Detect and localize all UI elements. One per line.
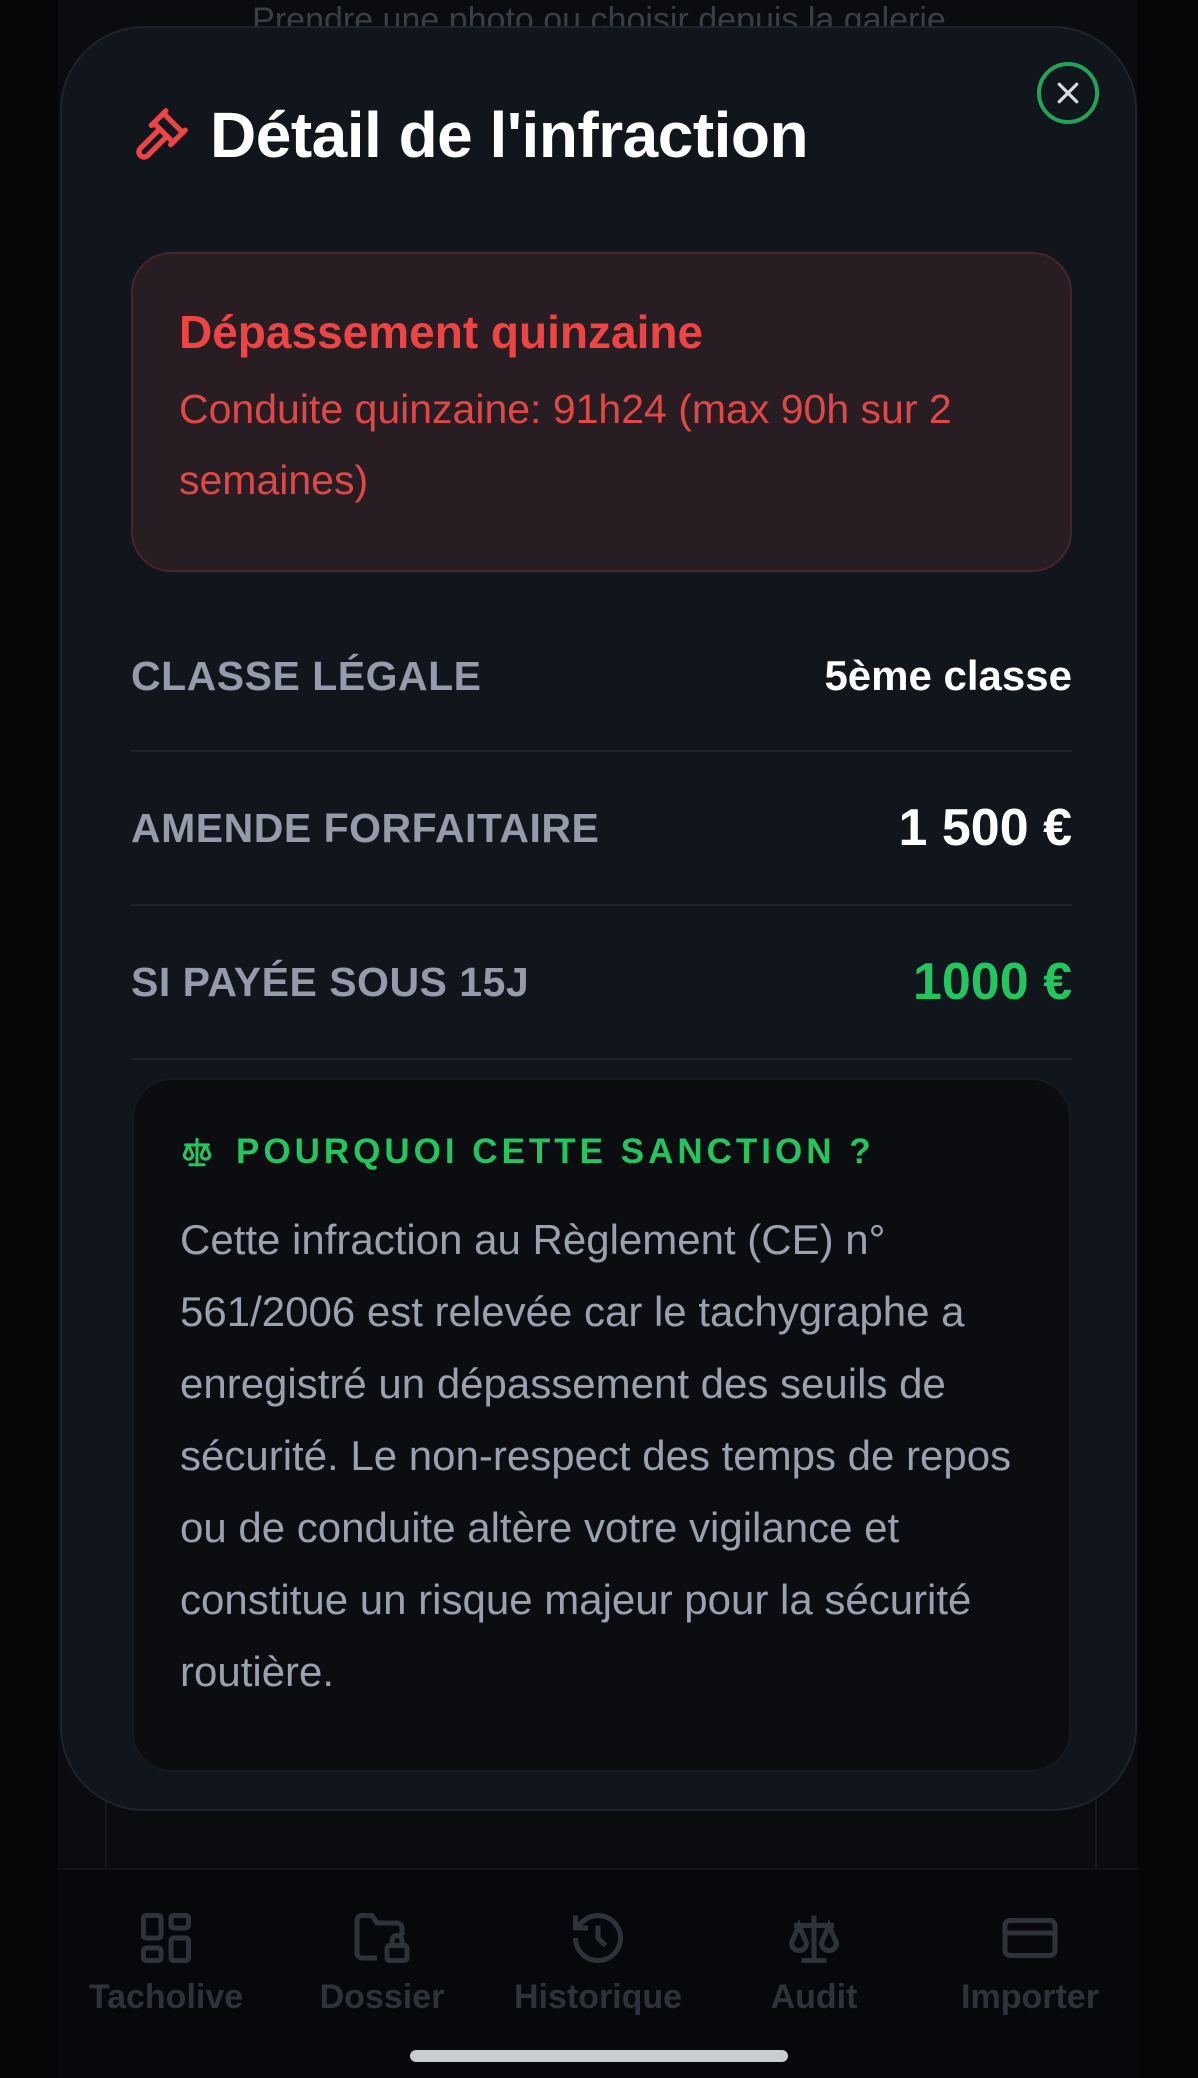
legal-class-row: CLASSE LÉGALE 5ème classe <box>131 602 1072 752</box>
infraction-alert: Dépassement quinzaine Conduite quinzaine… <box>131 252 1072 572</box>
screen: Prendre une photo ou choisir depuis la g… <box>0 0 1198 2078</box>
card-icon <box>1002 1918 1058 1958</box>
tab-historique[interactable]: Historique <box>490 1870 706 2030</box>
home-indicator <box>410 2050 788 2062</box>
infraction-title: Dépassement quinzaine <box>179 306 704 358</box>
tab-label-historique: Historique <box>513 1978 683 2016</box>
legal-class-label: CLASSE LÉGALE <box>131 652 482 699</box>
legal-class-value: 5ème classe <box>824 652 1072 699</box>
tab-label-tacholive: Tacholive <box>88 1978 244 2016</box>
reduced-fine-label: SI PAYÉE SOUS 15J <box>131 958 530 1005</box>
gavel-icon <box>136 108 188 160</box>
scale-balance-icon <box>788 1915 840 1963</box>
reduced-fine-row: SI PAYÉE SOUS 15J 1000 € <box>131 906 1072 1060</box>
close-button[interactable] <box>1037 62 1099 124</box>
folder-lock-icon <box>354 1913 410 1963</box>
fine-row: AMENDE FORFAITAIRE 1 500 € <box>131 752 1072 906</box>
tab-audit[interactable]: Audit <box>706 1870 922 2030</box>
infraction-detail-modal: Détail de l'infraction Dépassement quinz… <box>60 26 1137 1811</box>
fine-value: 1 500 € <box>898 799 1073 857</box>
scale-balance-icon <box>182 1137 212 1167</box>
tab-label-audit: Audit <box>770 1978 858 2016</box>
sanction-explanation: POURQUOI CETTE SANCTION ? Cette infracti… <box>132 1078 1071 1772</box>
modal-title: Détail de l'infraction <box>210 99 809 171</box>
close-icon <box>1057 82 1079 104</box>
dashboard-grid-icon <box>141 1913 191 1963</box>
tab-importer[interactable]: Importer <box>922 1870 1138 2030</box>
sanction-explanation-header: POURQUOI CETTE SANCTION ? <box>180 1132 875 1172</box>
tab-tacholive[interactable]: Tacholive <box>58 1870 274 2030</box>
modal-header: Détail de l'infraction <box>132 98 809 172</box>
bottom-tab-bar: Tacholive Dossier Historique Audit Impor… <box>58 1868 1138 2078</box>
history-clock-icon <box>573 1913 623 1964</box>
sanction-explanation-text: Cette infraction au Règlement (CE) n° 56… <box>180 1216 1012 1695</box>
reduced-fine-value: 1000 € <box>912 953 1072 1011</box>
tab-label-dossier: Dossier <box>319 1978 445 2016</box>
tab-dossier[interactable]: Dossier <box>274 1870 490 2030</box>
tab-label-importer: Importer <box>961 1978 1099 2016</box>
fine-label: AMENDE FORFAITAIRE <box>131 804 600 851</box>
infraction-description: Conduite quinzaine: 91h24 (max 90h sur 2… <box>179 386 952 503</box>
sanction-explanation-title: POURQUOI CETTE SANCTION ? <box>236 1132 875 1171</box>
